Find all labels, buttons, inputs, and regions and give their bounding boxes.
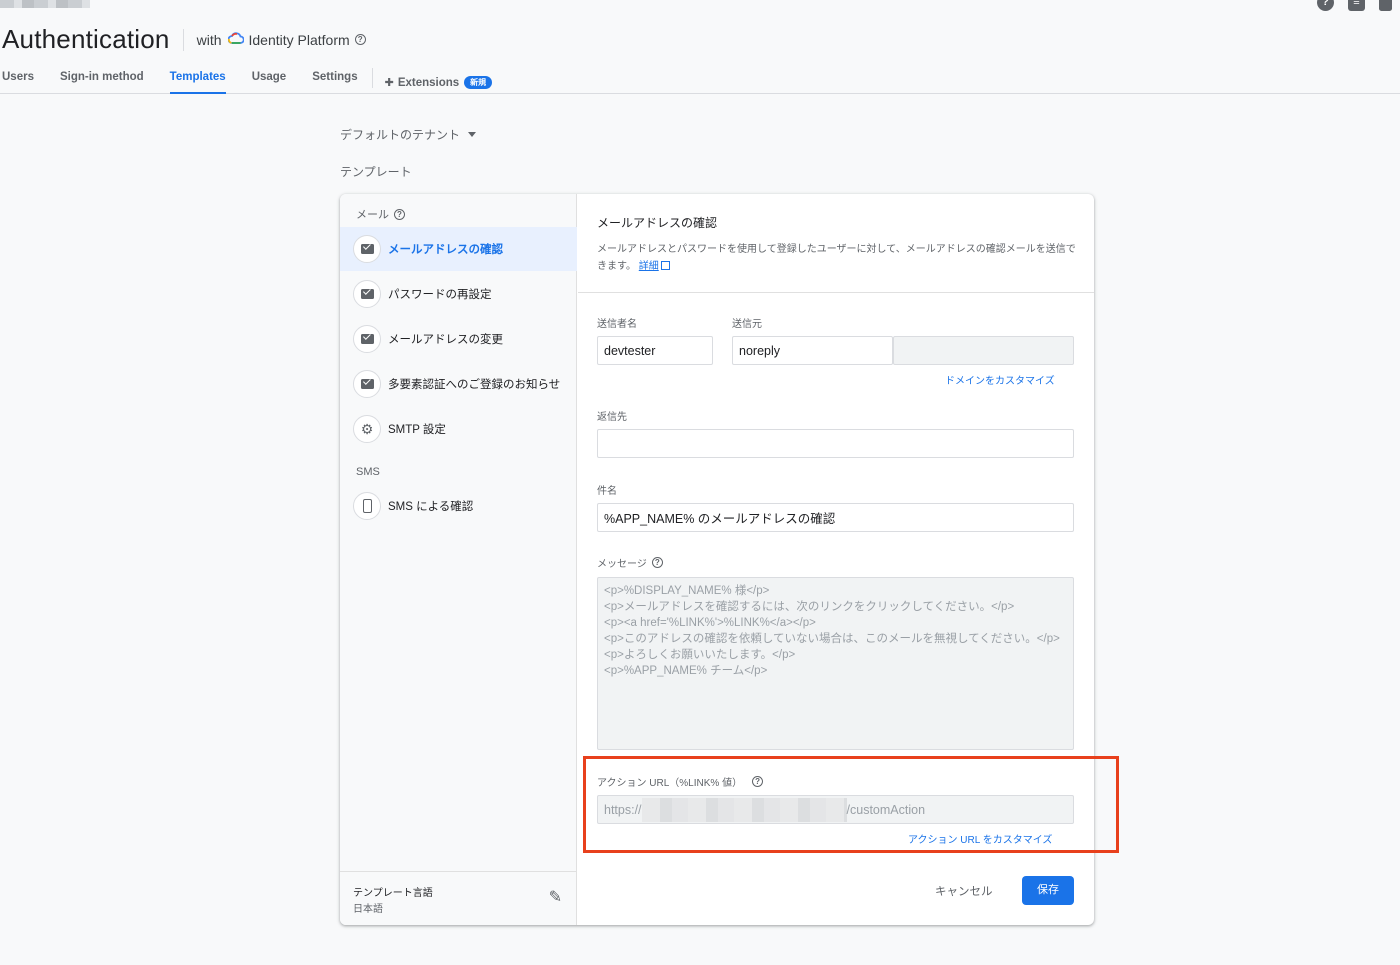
help-icon[interactable]: ?	[1317, 0, 1334, 11]
mail-icon	[353, 280, 381, 308]
template-list: メール ? メールアドレスの確認 パスワードの再設定 メールアドレスの変更 多要…	[340, 194, 577, 925]
mail-section-text: メール	[356, 209, 389, 221]
action-url-highlight-box	[583, 756, 1119, 853]
title-divider	[182, 28, 184, 51]
nav-item-label: メールアドレスの変更	[388, 334, 503, 346]
tab-sign-in-method[interactable]: Sign-in method	[60, 64, 144, 94]
template-language-label: テンプレート言語	[353, 888, 433, 899]
nav-item-label: メールアドレスの確認	[388, 244, 503, 256]
templates-heading: テンプレート	[340, 165, 412, 179]
help-icon[interactable]: ?	[651, 557, 663, 568]
message-label: メッセージ ?	[597, 555, 663, 570]
sender-name-label: 送信者名	[597, 319, 637, 330]
nav-item-password-reset[interactable]: パスワードの再設定	[340, 272, 577, 316]
nav-item-label: 多要素認証へのご登録のお知らせ	[388, 379, 561, 391]
nav-item-label: パスワードの再設定	[388, 289, 492, 301]
mail-section-label: メール ?	[340, 206, 405, 222]
blurred-project-name	[0, 0, 90, 8]
mail-icon	[353, 370, 381, 398]
tab-settings[interactable]: Settings	[312, 64, 357, 94]
editor-title: メールアドレスの確認	[597, 216, 718, 230]
editor-description: メールアドレスとパスワードを使用して登録したユーザーに対して、メールアドレスの確…	[597, 241, 1077, 275]
tab-extensions-label: Extensions	[397, 76, 460, 89]
tab-extensions[interactable]: ✚ Extensions 新規	[385, 64, 493, 94]
help-icon[interactable]: ?	[354, 34, 366, 45]
customize-domain-link[interactable]: ドメインをカスタマイズ	[945, 372, 1055, 387]
subject-input[interactable]: %APP_NAME% のメールアドレスの確認	[597, 503, 1074, 532]
from-label: 送信元	[732, 319, 762, 330]
divider	[578, 292, 1094, 293]
help-icon[interactable]: ?	[394, 208, 405, 220]
phone-icon	[353, 492, 381, 520]
tenant-selector[interactable]: デフォルトのテナント	[340, 126, 477, 143]
template-language: テンプレート言語 日本語 ✎	[340, 871, 577, 925]
external-link-icon	[660, 261, 670, 270]
tab-bar: Users Sign-in method Templates Usage Set…	[0, 64, 1400, 94]
cancel-button[interactable]: キャンセル	[935, 882, 993, 902]
doc-icon[interactable]: ≡	[1348, 0, 1365, 11]
message-label-text: メッセージ	[597, 559, 647, 570]
details-link-label: 詳細	[638, 261, 659, 272]
nav-item-label: SMTP 設定	[388, 424, 446, 436]
from-local-part-input[interactable]: noreply	[732, 336, 893, 365]
reply-to-label: 返信先	[597, 412, 627, 423]
tab-divider	[371, 68, 373, 88]
reply-to-input[interactable]	[597, 429, 1074, 458]
nav-item-mfa-enrollment[interactable]: 多要素認証へのご登録のお知らせ	[340, 362, 577, 406]
subject-label: 件名	[597, 486, 617, 497]
new-badge: 新規	[464, 76, 493, 89]
message-textarea[interactable]: <p>%DISPLAY_NAME% 様</p> <p>メールアドレスを確認するに…	[597, 577, 1074, 750]
from-domain-field-blurred	[893, 336, 1074, 365]
template-language-value: 日本語	[353, 904, 383, 915]
chevron-down-icon	[468, 132, 477, 137]
mail-icon	[353, 235, 381, 263]
tab-users[interactable]: Users	[2, 64, 34, 94]
nav-item-smtp-settings[interactable]: ⚙ SMTP 設定	[340, 407, 577, 451]
with-label: with	[196, 31, 222, 48]
identity-platform-label: Identity Platform	[248, 31, 350, 48]
sms-section-label: SMS	[356, 466, 380, 478]
tab-usage[interactable]: Usage	[252, 64, 287, 94]
details-link[interactable]: 詳細	[639, 261, 659, 272]
gear-icon: ⚙	[353, 415, 381, 443]
tab-templates[interactable]: Templates	[169, 64, 226, 94]
nav-item-sms-verification[interactable]: SMS による確認	[340, 484, 577, 528]
puzzle-icon: ✚	[384, 77, 394, 89]
nav-item-label: SMS による確認	[388, 501, 474, 513]
tenant-label: デフォルトのテナント	[340, 128, 461, 142]
nav-item-email-change[interactable]: メールアドレスの変更	[340, 317, 577, 361]
page-title: Authentication	[2, 24, 170, 54]
edit-pencil-icon[interactable]: ✎	[549, 887, 562, 907]
save-button[interactable]: 保存	[1022, 876, 1074, 905]
google-cloud-icon	[227, 31, 245, 49]
sender-name-input[interactable]: devtester	[597, 336, 713, 365]
bell-icon[interactable]	[1379, 0, 1392, 11]
nav-item-email-verification[interactable]: メールアドレスの確認	[340, 227, 577, 271]
mail-icon	[353, 325, 381, 353]
